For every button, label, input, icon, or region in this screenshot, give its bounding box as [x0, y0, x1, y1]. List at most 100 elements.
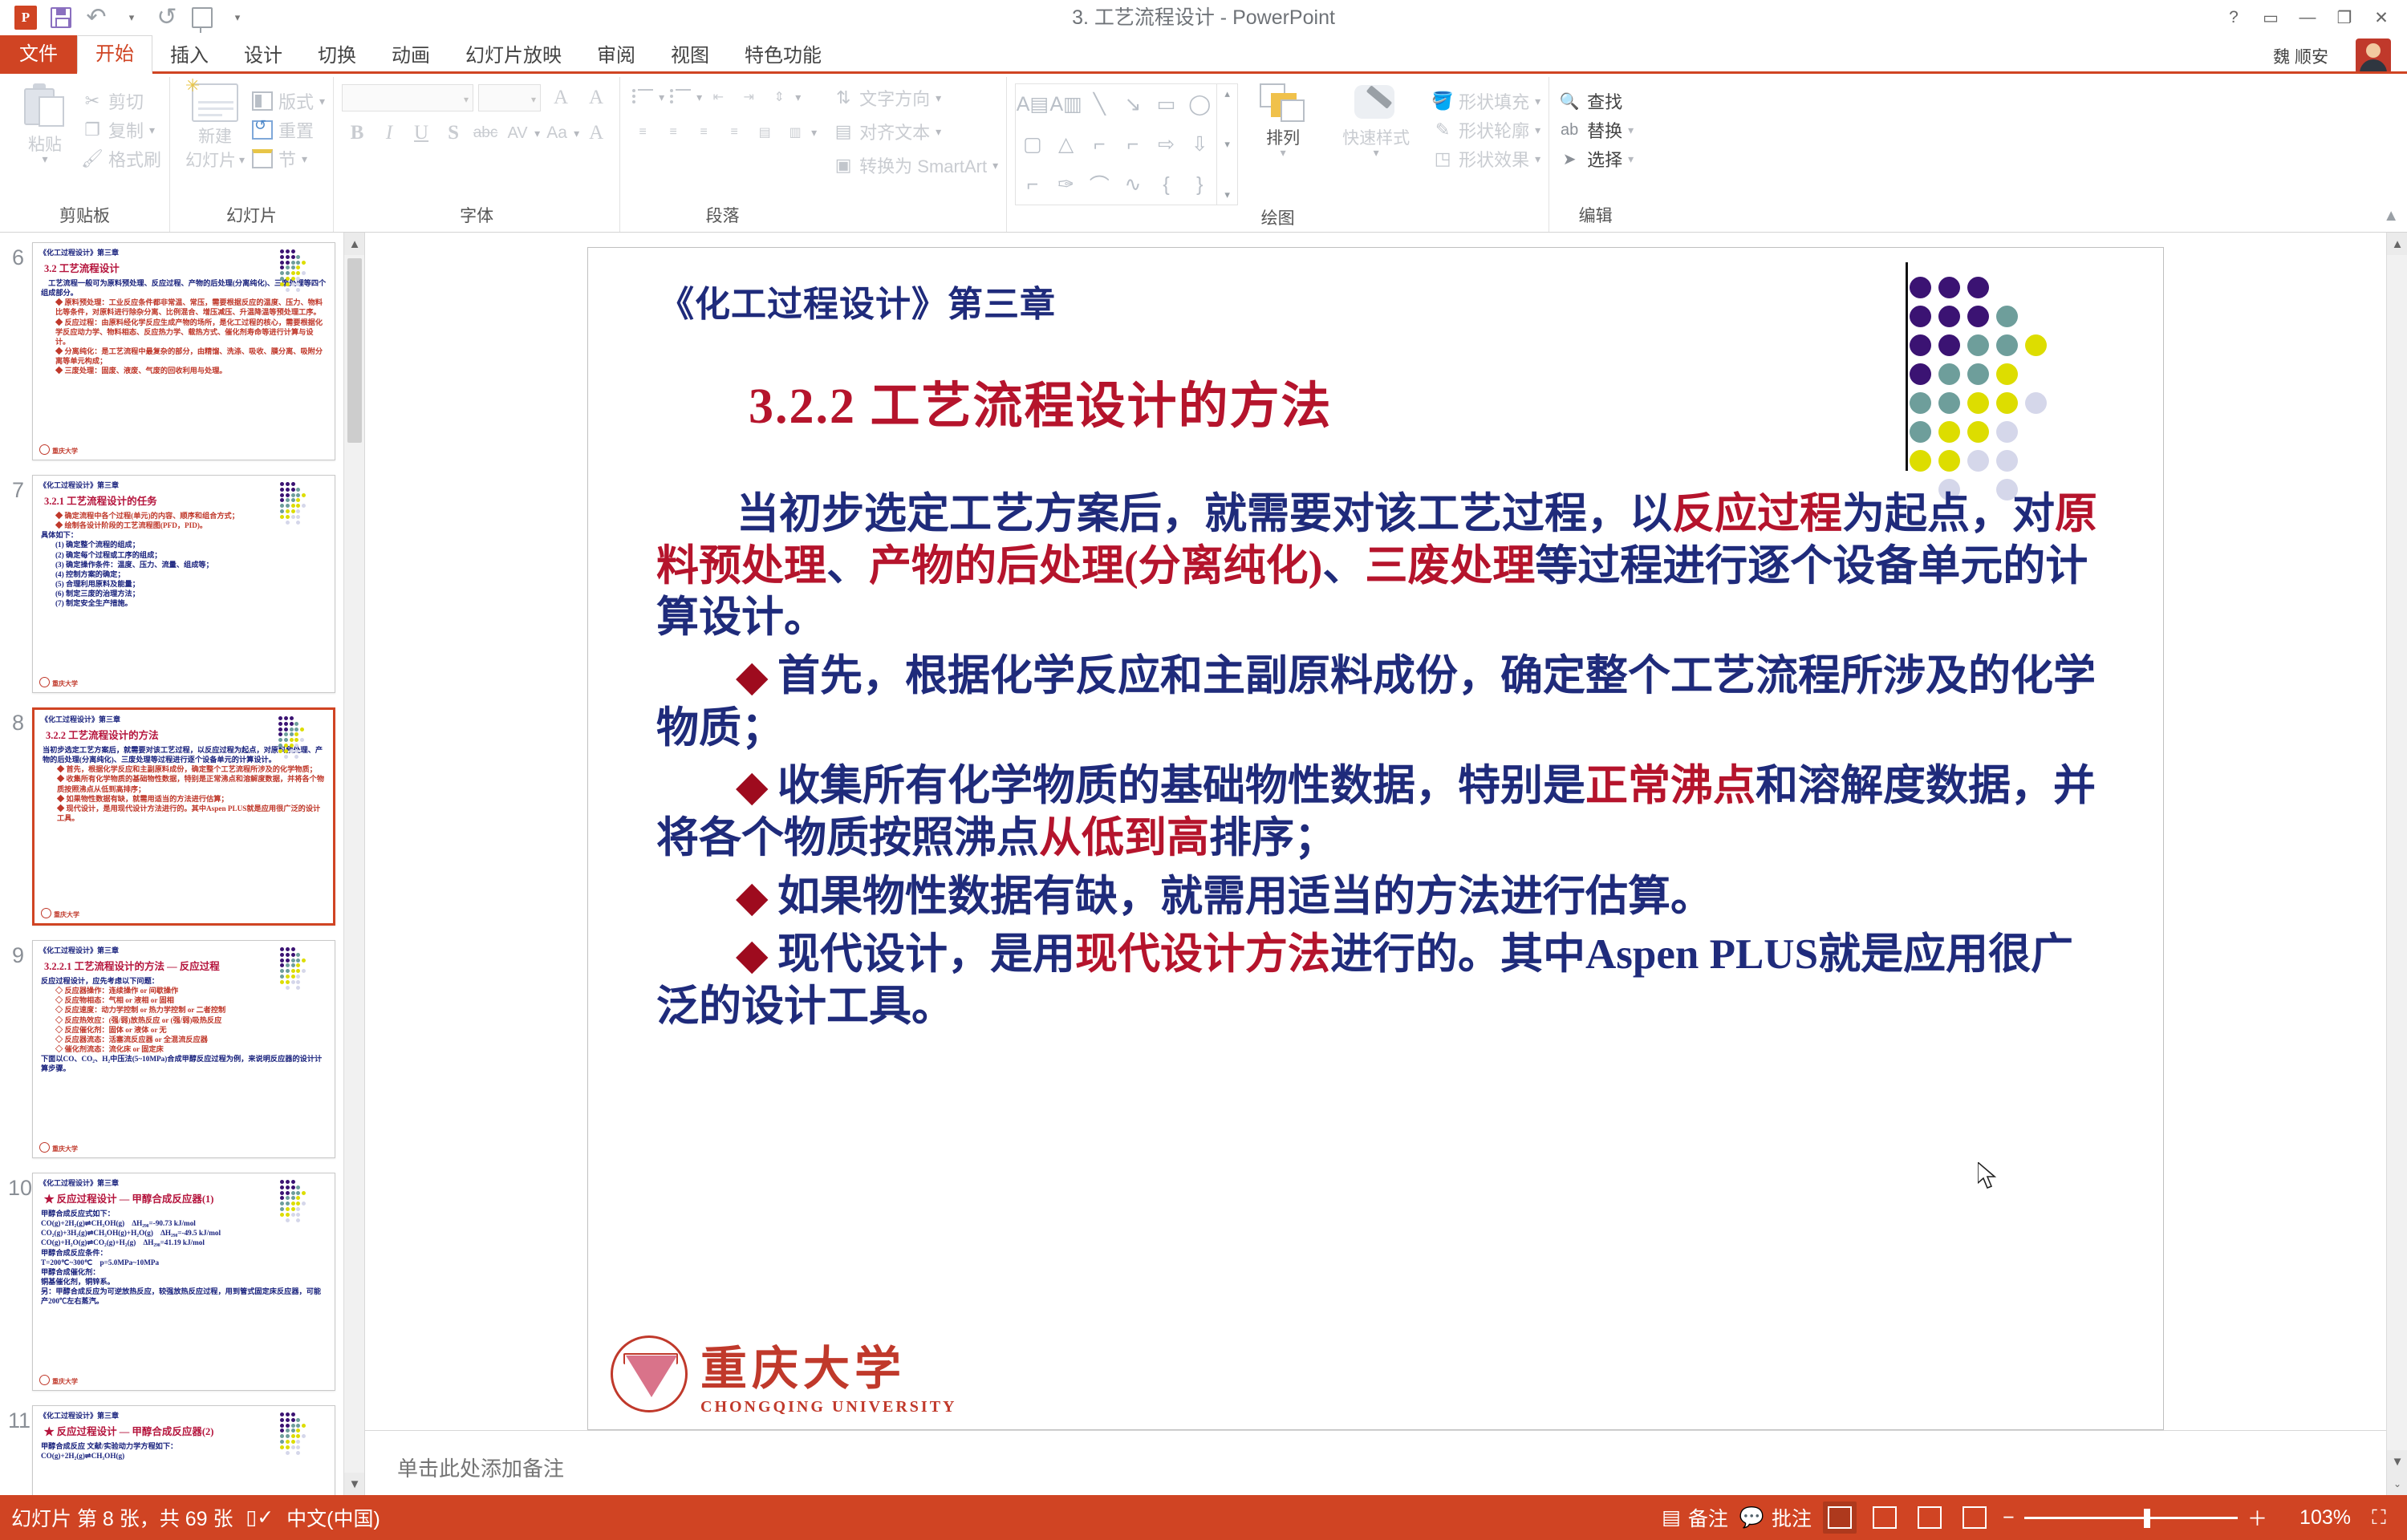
restore-icon[interactable]: ❐: [2327, 2, 2362, 34]
thumbnail-scroll-up-icon[interactable]: ▲: [344, 233, 364, 255]
slideshow-view-button[interactable]: [1958, 1502, 1991, 1534]
text-direction-dropdown-icon[interactable]: ▾: [936, 92, 941, 103]
font-size-dropdown-icon[interactable]: ▾: [531, 94, 536, 105]
shapes-gallery[interactable]: A▤ A▥ ╲ ↘ ▭ ◯ ▢ △ ⌐ ⌐ ⇨ ⇩ ⌐ ✑ ⌒ ∿ {}: [1015, 83, 1218, 205]
font-size-input[interactable]: ▾: [478, 84, 542, 111]
thumbnail-scrollbar[interactable]: ▲ ▼: [343, 233, 364, 1495]
shape-triangle-icon[interactable]: △: [1049, 124, 1083, 164]
notes-button[interactable]: ▤ 备注: [1662, 1503, 1728, 1532]
save-icon[interactable]: [45, 2, 77, 33]
start-presentation-icon[interactable]: [186, 2, 218, 33]
gallery-more-icon[interactable]: ▾: [1224, 188, 1230, 201]
shape-vertical-textbox-icon[interactable]: A▥: [1049, 84, 1083, 124]
thumbnail-scroll-down-icon[interactable]: ▼: [344, 1473, 364, 1495]
columns-button[interactable]: ▥: [781, 119, 810, 146]
paste-button[interactable]: 粘贴 ▾: [8, 83, 82, 164]
avatar[interactable]: [2356, 38, 2391, 74]
gallery-scroll-down-icon[interactable]: ▾: [1224, 138, 1230, 151]
align-right-button[interactable]: ≡: [689, 119, 718, 146]
shape-line-icon[interactable]: ╲: [1082, 84, 1116, 124]
decrease-indent-button[interactable]: ⇤: [704, 83, 733, 111]
zoom-out-icon[interactable]: −: [2003, 1506, 2015, 1530]
slide-thumbnail-9[interactable]: 《化工过程设计》第三章 3.2.2.1 工艺流程设计的方法 — 反应过程 反应过程设…: [32, 940, 335, 1158]
tab-transitions[interactable]: 切换: [300, 38, 374, 74]
paste-dropdown-icon[interactable]: ▾: [42, 153, 47, 164]
shape-right-brace-icon[interactable]: }: [1183, 164, 1216, 205]
slide-thumbnail-7[interactable]: 《化工过程设计》第三章 3.2.1 工艺流程设计的任务 ◆ 确定流程中各个过程(单元…: [32, 475, 335, 693]
collapse-ribbon-icon[interactable]: ▲: [2383, 207, 2399, 225]
slide-thumbnail-8[interactable]: 《化工过程设计》第三章 3.2.2 工艺流程设计的方法 当初步选定工艺方案后，就需要…: [32, 707, 335, 926]
minimize-icon[interactable]: —: [2290, 2, 2325, 34]
tab-home[interactable]: 开始: [77, 35, 152, 74]
bullets-button[interactable]: [628, 83, 657, 111]
customize-qat-icon[interactable]: ▾: [221, 2, 254, 33]
copy-dropdown-icon[interactable]: ▾: [149, 124, 155, 136]
font-color-button[interactable]: A: [581, 119, 611, 148]
shrink-font-button[interactable]: A: [581, 83, 611, 112]
tab-review[interactable]: 审阅: [579, 38, 653, 74]
cut-button[interactable]: ✂ 剪切: [82, 87, 161, 116]
columns-dropdown-icon[interactable]: ▾: [811, 127, 817, 138]
shape-elbow-arrow-icon[interactable]: ⌐: [1116, 124, 1150, 164]
strikethrough-button[interactable]: abc: [470, 119, 501, 148]
font-name-dropdown-icon[interactable]: ▾: [464, 94, 469, 105]
new-slide-button[interactable]: ✳ 新建 幻灯片 ▾: [178, 75, 252, 172]
shape-rounded-rect-icon[interactable]: ▢: [1016, 124, 1049, 164]
tab-design[interactable]: 设计: [226, 38, 300, 74]
shape-fill-button[interactable]: 🪣 形状填充 ▾: [1431, 87, 1540, 116]
italic-button[interactable]: I: [374, 119, 404, 148]
fit-to-window-button[interactable]: ⛶: [2362, 1502, 2396, 1534]
character-spacing-dropdown-icon[interactable]: ▾: [534, 128, 540, 139]
slide-thumbnail-6[interactable]: 《化工过程设计》第三章 3.2 工艺流程设计 工艺流程一般可为原料预处理、反应过程…: [32, 242, 335, 460]
shape-oval-icon[interactable]: ◯: [1183, 84, 1216, 124]
distribute-button[interactable]: ▤: [750, 119, 779, 146]
bold-button[interactable]: B: [342, 119, 372, 148]
scroll-down-icon[interactable]: ▼: [2387, 1450, 2407, 1473]
spellcheck-icon[interactable]: ▯✓: [246, 1506, 274, 1530]
shape-folded-corner-icon[interactable]: ⌐: [1016, 164, 1049, 205]
numbering-dropdown-icon[interactable]: ▾: [696, 91, 702, 103]
powerpoint-logo-icon[interactable]: P: [10, 2, 42, 33]
slide-thumbnail-10[interactable]: 《化工过程设计》第三章 ★ 反应过程设计 — 甲醇合成反应器(1) 甲醇合成反应式如…: [32, 1173, 335, 1391]
reading-view-button[interactable]: [1913, 1502, 1946, 1534]
align-left-button[interactable]: ≡: [628, 119, 657, 146]
undo-dropdown-icon[interactable]: ▾: [116, 2, 148, 33]
quick-styles-dropdown-icon[interactable]: ▾: [1374, 147, 1379, 158]
align-text-button[interactable]: ▤ 对齐文本 ▾: [833, 117, 941, 146]
tab-file[interactable]: 文件: [0, 35, 77, 74]
shapes-gallery-scrollbar[interactable]: ▴ ▾ ▾: [1217, 83, 1239, 205]
text-direction-button[interactable]: ⇅ 文字方向 ▾: [833, 83, 941, 112]
slide-thumbnail-11[interactable]: 《化工过程设计》第三章 ★ 反应过程设计 — 甲醇合成反应器(2) 甲醇合成反应 文…: [32, 1405, 335, 1495]
thumbnail-row[interactable]: 11 《化工过程设计》第三章 ★ 反应过程设计 — 甲醇合成反应器(2) 甲醇合成反应…: [0, 1399, 364, 1495]
zoom-slider[interactable]: − ＋: [2003, 1503, 2267, 1532]
close-icon[interactable]: ✕: [2364, 2, 2399, 34]
shape-outline-button[interactable]: ✎ 形状轮廓 ▾: [1432, 116, 1540, 144]
slide-sorter-view-button[interactable]: [1868, 1502, 1902, 1534]
shape-left-brace-icon[interactable]: {: [1150, 164, 1183, 205]
zoom-knob[interactable]: [2143, 1508, 2150, 1528]
gallery-scroll-up-icon[interactable]: ▴: [1224, 87, 1230, 100]
quick-styles-button[interactable]: 快速样式 ▾: [1328, 83, 1424, 158]
smartart-dropdown-icon[interactable]: ▾: [992, 160, 998, 171]
shape-fill-dropdown-icon[interactable]: ▾: [1535, 95, 1540, 107]
font-name-input[interactable]: ▾: [342, 84, 474, 111]
find-button[interactable]: 🔍 查找: [1557, 87, 1634, 116]
thumbnail-row[interactable]: 7 《化工过程设计》第三章 3.2.1 工艺流程设计的任务 ◆ 确定流程中各个过程(单…: [0, 468, 364, 701]
layout-button[interactable]: 版式 ▾: [252, 87, 325, 116]
slide-title[interactable]: 3.2.2 工艺流程设计的方法: [749, 365, 1333, 437]
zoom-in-icon[interactable]: ＋: [2247, 1503, 2267, 1532]
zoom-track[interactable]: [2023, 1508, 2238, 1528]
help-icon[interactable]: ?: [2216, 2, 2251, 34]
change-case-dropdown-icon[interactable]: ▾: [574, 128, 579, 139]
align-text-dropdown-icon[interactable]: ▾: [936, 126, 941, 137]
copy-button[interactable]: ❐ 复制 ▾: [82, 116, 161, 144]
shape-scribble-icon[interactable]: ✑: [1049, 164, 1083, 205]
normal-view-button[interactable]: [1823, 1502, 1857, 1534]
language-indicator[interactable]: 中文(中国): [286, 1503, 380, 1532]
scroll-up-icon[interactable]: ▲: [2387, 233, 2407, 255]
shape-curve-icon[interactable]: ∿: [1116, 164, 1150, 205]
shape-effects-dropdown-icon[interactable]: ▾: [1535, 153, 1540, 164]
shape-arrow-icon[interactable]: ↘: [1116, 84, 1150, 124]
arrange-dropdown-icon[interactable]: ▾: [1281, 147, 1286, 158]
shape-effects-button[interactable]: ◳ 形状效果 ▾: [1432, 144, 1540, 173]
